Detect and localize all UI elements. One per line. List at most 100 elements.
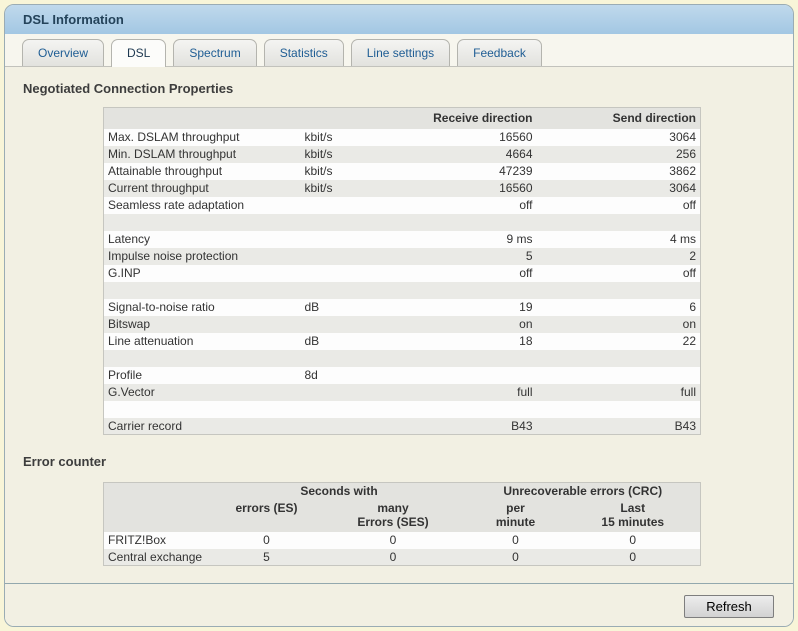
cell-send: 6	[537, 299, 701, 316]
cell-label: Profile	[104, 367, 301, 384]
tab-statistics[interactable]: Statistics	[264, 39, 344, 66]
cell-crc-minute: 0	[466, 532, 566, 549]
cell-unit: 8d	[301, 367, 379, 384]
connection-row-spacer	[104, 401, 701, 418]
refresh-button[interactable]: Refresh	[684, 595, 774, 618]
tab-overview[interactable]: Overview	[22, 39, 104, 66]
cell-label	[104, 401, 301, 418]
header-blank	[104, 500, 213, 532]
cell-unit	[301, 282, 379, 299]
header-unit-blank	[301, 108, 379, 129]
cell-unit	[301, 214, 379, 231]
cell-send	[537, 401, 701, 418]
cell-send: 2	[537, 248, 701, 265]
cell-label: Impulse noise protection	[104, 248, 301, 265]
connection-row-spacer	[104, 282, 701, 299]
header-receive-direction: Receive direction	[379, 108, 537, 129]
cell-label: Attainable throughput	[104, 163, 301, 180]
error-section-heading: Error counter	[23, 454, 775, 469]
cell-send: off	[537, 197, 701, 214]
cell-crc-15min: 0	[566, 532, 701, 549]
tab-feedback[interactable]: Feedback	[457, 39, 542, 66]
connection-table: Receive direction Send direction Max. DS…	[103, 107, 701, 435]
header-seconds-with: Seconds with	[213, 483, 466, 500]
cell-receive: full	[379, 384, 537, 401]
cell-crc-15min: 0	[566, 549, 701, 566]
cell-label: Carrier record	[104, 418, 301, 435]
connection-row: Latency 9 ms 4 ms	[104, 231, 701, 248]
cell-es: 0	[213, 532, 321, 549]
cell-crc-minute: 0	[466, 549, 566, 566]
cell-send: B43	[537, 418, 701, 435]
cell-ses: 0	[321, 532, 466, 549]
cell-receive: 5	[379, 248, 537, 265]
cell-label: G.Vector	[104, 384, 301, 401]
connection-row: Seamless rate adaptation off off	[104, 197, 701, 214]
tab-strip: Overview DSL Spectrum Statistics Line se…	[5, 34, 793, 67]
cell-unit	[301, 316, 379, 333]
cell-location: Central exchange	[104, 549, 213, 566]
connection-row: Carrier record B43 B43	[104, 418, 701, 435]
cell-send: 22	[537, 333, 701, 350]
cell-receive: 18	[379, 333, 537, 350]
connection-row: Current throughput kbit/s 16560 3064	[104, 180, 701, 197]
cell-send: 3064	[537, 180, 701, 197]
connection-row: Profile 8d	[104, 367, 701, 384]
cell-receive: off	[379, 265, 537, 282]
cell-label: Seamless rate adaptation	[104, 197, 301, 214]
cell-unit: kbit/s	[301, 180, 379, 197]
connection-header-row: Receive direction Send direction	[104, 108, 701, 129]
cell-receive: 19	[379, 299, 537, 316]
cell-es: 5	[213, 549, 321, 566]
cell-receive: 4664	[379, 146, 537, 163]
cell-send: 4 ms	[537, 231, 701, 248]
cell-receive	[379, 401, 537, 418]
cell-receive: 16560	[379, 129, 537, 146]
cell-unit: kbit/s	[301, 146, 379, 163]
tab-line-settings[interactable]: Line settings	[351, 39, 450, 66]
error-counter-table: Seconds with Unrecoverable errors (CRC) …	[103, 482, 701, 566]
cell-label: Line attenuation	[104, 333, 301, 350]
cell-receive: on	[379, 316, 537, 333]
cell-send: 3064	[537, 129, 701, 146]
cell-send	[537, 214, 701, 231]
header-send-direction: Send direction	[537, 108, 701, 129]
cell-label	[104, 350, 301, 367]
error-sub-header-row: errors (ES) many Errors (SES) per minute	[104, 500, 701, 532]
cell-unit	[301, 248, 379, 265]
error-row-fritzbox: FRITZ!Box 0 0 0 0	[104, 532, 701, 549]
cell-receive	[379, 367, 537, 384]
cell-label	[104, 214, 301, 231]
connection-row: Max. DSLAM throughput kbit/s 16560 3064	[104, 129, 701, 146]
cell-location: FRITZ!Box	[104, 532, 213, 549]
connection-row: Signal-to-noise ratio dB 19 6	[104, 299, 701, 316]
cell-unit	[301, 350, 379, 367]
footer-bar: Refresh	[5, 583, 793, 626]
cell-unit	[301, 401, 379, 418]
connection-row: Min. DSLAM throughput kbit/s 4664 256	[104, 146, 701, 163]
cell-send	[537, 367, 701, 384]
error-counter-section: Error counter Seconds with Unrecoverable…	[19, 454, 775, 566]
header-many-errors-ses: many Errors (SES)	[321, 500, 466, 532]
connection-section-heading: Negotiated Connection Properties	[23, 81, 775, 96]
cell-unit	[301, 418, 379, 435]
cell-unit	[301, 384, 379, 401]
cell-send: 256	[537, 146, 701, 163]
header-errors-es: errors (ES)	[213, 500, 321, 532]
tab-spectrum[interactable]: Spectrum	[173, 39, 256, 66]
header-blank	[104, 483, 213, 500]
cell-ses: 0	[321, 549, 466, 566]
connection-row: Bitswap on on	[104, 316, 701, 333]
connection-row: Line attenuation dB 18 22	[104, 333, 701, 350]
cell-receive: 16560	[379, 180, 537, 197]
error-row-central-exchange: Central exchange 5 0 0 0	[104, 549, 701, 566]
tab-content: Negotiated Connection Properties Receive…	[5, 67, 793, 583]
cell-receive	[379, 282, 537, 299]
cell-receive: off	[379, 197, 537, 214]
cell-receive: 47239	[379, 163, 537, 180]
tab-dsl[interactable]: DSL	[111, 39, 166, 67]
cell-unit	[301, 197, 379, 214]
cell-unit: kbit/s	[301, 129, 379, 146]
page-title: DSL Information	[23, 12, 124, 27]
connection-row: G.INP off off	[104, 265, 701, 282]
